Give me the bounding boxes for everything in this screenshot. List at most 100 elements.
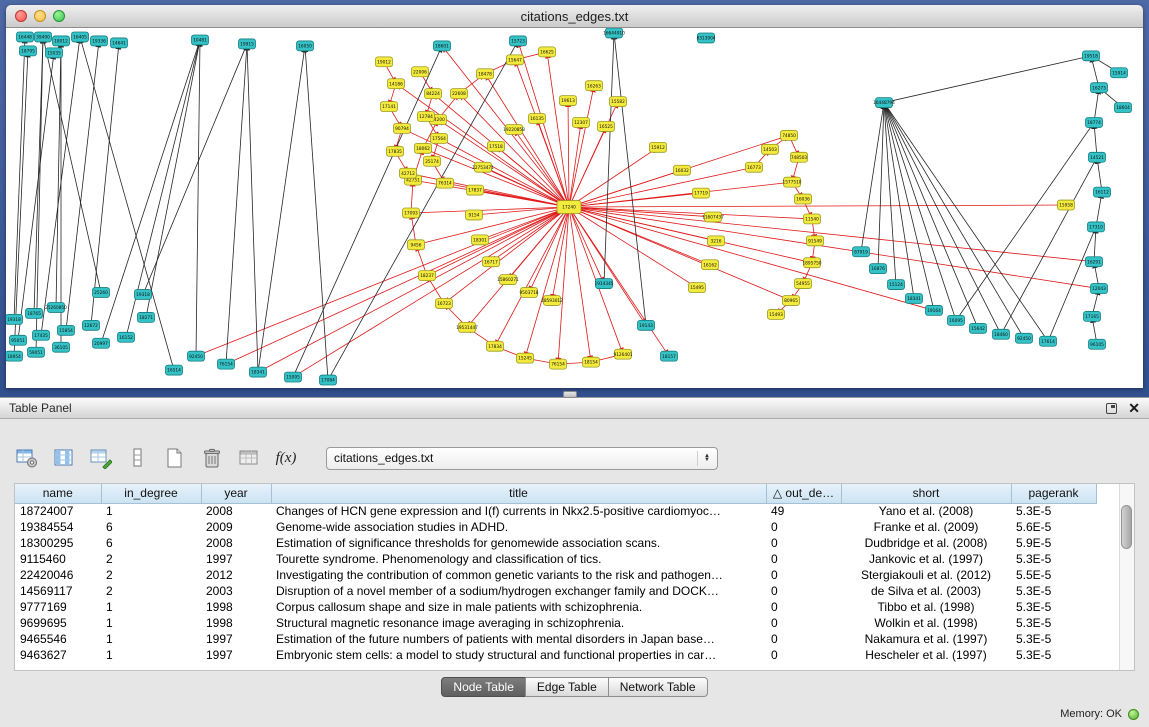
column-header-title[interactable]: title <box>271 484 766 503</box>
graph-node[interactable]: 91549 <box>807 236 824 246</box>
graph-node[interactable]: 16448 <box>17 32 34 42</box>
graph-node[interactable]: 15493 <box>768 309 785 319</box>
cell-out_de[interactable]: 0 <box>766 567 841 583</box>
graph-node[interactable]: 3216 <box>708 236 725 246</box>
cell-title[interactable]: Estimation of the future numbers of pati… <box>271 631 766 647</box>
cell-name[interactable]: 18724007 <box>15 503 101 519</box>
cell-pagerank[interactable]: 5.3E-5 <box>1011 551 1096 567</box>
cell-out_de[interactable]: 0 <box>766 615 841 631</box>
table-row[interactable]: 1938455462009Genome-wide association stu… <box>15 519 1096 535</box>
cell-in_degree[interactable]: 2 <box>101 551 201 567</box>
network-canvas[interactable]: 1724018593012950371815860271167171830191… <box>6 28 1143 388</box>
graph-node[interactable]: 17310 <box>1088 222 1105 232</box>
graph-node[interactable]: 1895750 <box>802 258 821 268</box>
graph-node[interactable]: 15912 <box>650 142 667 152</box>
graph-node[interactable]: 54955 <box>795 279 812 289</box>
graph-node[interactable]: 9503718 <box>519 288 538 298</box>
table-row[interactable]: 911546021997Tourette syndrome. Phenomeno… <box>15 551 1096 567</box>
graph-node[interactable]: 10481 <box>192 35 209 45</box>
graph-node[interactable]: 9154 <box>466 210 483 220</box>
graph-node[interactable]: 14503 <box>762 144 779 154</box>
cell-out_de[interactable]: 0 <box>766 519 841 535</box>
graph-node[interactable]: 12753471 <box>472 162 494 172</box>
graph-node[interactable]: 16112 <box>1094 187 1111 197</box>
cell-short[interactable]: Yano et al. (2008) <box>841 503 1011 519</box>
graph-node[interactable]: 18157 <box>661 351 678 361</box>
graph-node[interactable]: 22006 <box>412 67 429 77</box>
graph-node[interactable]: 18604 <box>1115 103 1132 113</box>
graph-node[interactable]: 25174 <box>424 156 441 166</box>
table-scrollbar[interactable] <box>1119 484 1134 670</box>
cell-name[interactable]: 18300295 <box>15 535 101 551</box>
graph-node[interactable]: 18795 <box>20 46 37 56</box>
table-scrollbar-thumb[interactable] <box>1121 505 1132 549</box>
graph-node[interactable]: 16162 <box>702 260 719 270</box>
split-handle[interactable] <box>563 391 577 398</box>
graph-node[interactable]: 15124 <box>888 280 905 290</box>
graph-node[interactable]: 15647 <box>507 55 524 65</box>
create-column-icon[interactable] <box>88 445 114 471</box>
graph-node[interactable]: 95051 <box>10 335 27 345</box>
cell-pagerank[interactable]: 5.3E-5 <box>1011 631 1096 647</box>
cell-pagerank[interactable]: 5.3E-5 <box>1011 615 1096 631</box>
graph-node[interactable]: 19518 <box>1083 51 1100 61</box>
cell-short[interactable]: Stergiakouli et al. (2012) <box>841 567 1011 583</box>
cell-name[interactable]: 19384554 <box>15 519 101 535</box>
graph-node[interactable]: 19164 <box>926 305 943 315</box>
cell-title[interactable]: Tourette syndrome. Phenomenology and cla… <box>271 551 766 567</box>
cell-title[interactable]: Investigating the contribution of common… <box>271 567 766 583</box>
graph-node[interactable]: 19531447 <box>456 322 478 332</box>
function-builder-icon[interactable]: f(x) <box>273 445 299 471</box>
graph-node[interactable]: 96105 <box>1089 339 1106 349</box>
cell-short[interactable]: Jankovic et al. (1997) <box>841 551 1011 567</box>
graph-node[interactable]: 18237 <box>419 271 436 281</box>
column-header-pagerank[interactable]: pagerank <box>1011 484 1096 503</box>
graph-node[interactable]: 18954 <box>6 351 23 361</box>
cell-in_degree[interactable]: 1 <box>101 599 201 615</box>
graph-node[interactable]: 748503 <box>791 152 808 162</box>
cell-pagerank[interactable]: 5.3E-5 <box>1011 599 1096 615</box>
graph-node[interactable]: 19012 <box>376 57 393 67</box>
graph-node[interactable]: 8313904 <box>696 33 715 43</box>
cell-year[interactable]: 2008 <box>201 535 271 551</box>
cell-short[interactable]: Nakamura et al. (1997) <box>841 631 1011 647</box>
cell-pagerank[interactable]: 5.3E-5 <box>1011 647 1096 663</box>
graph-node[interactable]: 15854 <box>58 325 75 335</box>
cell-title[interactable]: Disruption of a novel member of a sodium… <box>271 583 766 599</box>
graph-node[interactable]: 87919 <box>853 247 870 257</box>
column-header-short[interactable]: short <box>841 484 1011 503</box>
graph-node[interactable]: 25260850 <box>45 302 67 312</box>
cell-out_de[interactable]: 49 <box>766 503 841 519</box>
cell-out_de[interactable]: 0 <box>766 599 841 615</box>
tab-edge-table[interactable]: Edge Table <box>525 677 609 697</box>
graph-node[interactable]: 17719 <box>693 188 710 198</box>
graph-node[interactable]: 17837 <box>467 185 484 195</box>
graph-node[interactable]: 16514 <box>166 365 183 375</box>
graph-node[interactable]: 17518 <box>488 141 505 151</box>
cell-title[interactable]: Structural magnetic resonance image aver… <box>271 615 766 631</box>
cell-name[interactable]: 22420046 <box>15 567 101 583</box>
cell-out_de[interactable]: 0 <box>766 551 841 567</box>
graph-node[interactable]: 36105 <box>53 342 70 352</box>
graph-node[interactable]: 1577510 <box>782 177 801 187</box>
graph-node[interactable]: 15582 <box>610 97 627 107</box>
graph-node[interactable]: 90794 <box>394 123 411 133</box>
graph-node[interactable]: 19318 <box>6 314 23 324</box>
graph-node[interactable]: 14521 <box>1089 152 1106 162</box>
graph-node[interactable]: 19220858 <box>503 124 525 134</box>
table-mode-icon[interactable] <box>14 445 40 471</box>
cell-year[interactable]: 2008 <box>201 503 271 519</box>
cell-short[interactable]: Hescheler et al. (1997) <box>841 647 1011 663</box>
cell-name[interactable]: 14569117 <box>15 583 101 599</box>
cell-in_degree[interactable]: 6 <box>101 519 201 535</box>
cell-short[interactable]: Franke et al. (2009) <box>841 519 1011 535</box>
cell-name[interactable]: 9465546 <box>15 631 101 647</box>
cell-short[interactable]: de Silva et al. (2003) <box>841 583 1011 599</box>
graph-node[interactable]: 39490 <box>35 32 52 42</box>
graph-node[interactable]: 16050 <box>297 41 314 51</box>
graph-node[interactable]: 18765 <box>26 308 43 318</box>
graph-node[interactable]: 18460 <box>993 329 1010 339</box>
cell-year[interactable]: 2012 <box>201 567 271 583</box>
cell-in_degree[interactable]: 6 <box>101 535 201 551</box>
graph-node[interactable]: 15860271 <box>497 275 519 285</box>
